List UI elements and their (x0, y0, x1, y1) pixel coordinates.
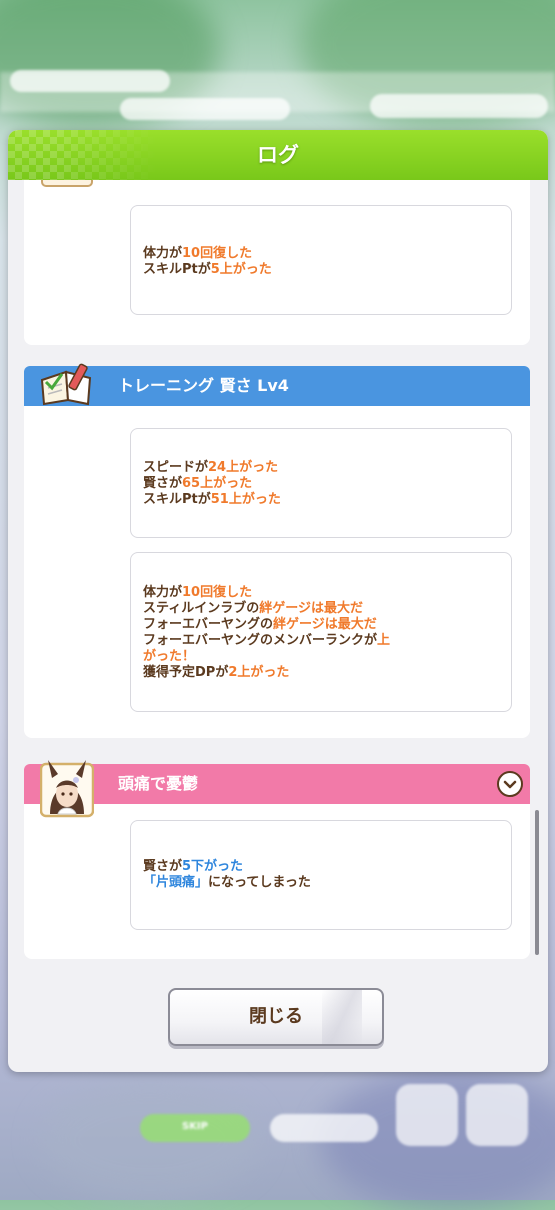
close-button[interactable]: 閉じる (168, 988, 384, 1046)
entry-line: スキルPtが5上がった (143, 262, 272, 277)
dialog-header: ログ (8, 130, 548, 180)
hud-name-plate (10, 70, 170, 92)
section-header: トレーニング 賢さ Lv4 (24, 363, 530, 406)
log-dialog: ログ 体力が10回復した スキルPtが5上がった トレーニング 賢さ Lv4 ス… (8, 130, 548, 1072)
section-header[interactable]: 頭痛で憂鬱 (24, 764, 530, 804)
log-scroll-area[interactable]: 体力が10回復した スキルPtが5上がった トレーニング 賢さ Lv4 スピード… (24, 180, 532, 965)
entry-line: スピードが24上がった (143, 460, 279, 475)
section-title: トレーニング 賢さ Lv4 (118, 376, 289, 395)
log-button[interactable] (396, 1084, 458, 1146)
menu-button[interactable] (466, 1084, 528, 1146)
entry-line: 「片頭痛」になってしまった (143, 875, 311, 890)
training-notebook-icon (38, 362, 96, 410)
character-portrait-icon (39, 758, 95, 822)
skip-button[interactable]: SKIP (140, 1114, 250, 1142)
chevron-down-icon[interactable] (497, 771, 523, 797)
dialog-title: ログ (257, 143, 299, 167)
log-entry: 体力が10回復した スキルPtが5上がった (130, 205, 512, 315)
hud-trainer-plate (370, 94, 548, 118)
section-title: 頭痛で憂鬱 (118, 774, 199, 793)
entry-line: がった！ (143, 649, 196, 664)
log-section-event: 頭痛で憂鬱 賢さが5下がった 「片頭痛」になってしまった (24, 760, 530, 959)
entry-line: スティルインラブの絆ゲージは最大だ (143, 601, 363, 616)
log-entry: 賢さが5下がった 「片頭痛」になってしまった (130, 820, 512, 930)
entry-line: フォーエバーヤングのメンバーランクが上 (143, 633, 391, 648)
entry-line: 獲得予定DPが2上がった (143, 665, 290, 680)
entry-line: 賢さが65上がった (143, 476, 253, 491)
stamp-icon (40, 180, 94, 200)
log-entry: スピードが24上がった 賢さが65上がった スキルPtが51上がった (130, 428, 512, 538)
entry-line: 体力が10回復した (143, 246, 253, 261)
log-section: 体力が10回復した スキルPtが5上がった (24, 180, 530, 345)
scrollbar[interactable] (535, 810, 539, 955)
auto-button[interactable] (270, 1114, 378, 1142)
entry-line: 体力が10回復した (143, 585, 253, 600)
log-entry: 体力が10回復した スティルインラブの絆ゲージは最大だ フォーエバーヤングの絆ゲ… (130, 552, 512, 712)
entry-line: 賢さが5下がった (143, 859, 244, 874)
log-section-training: トレーニング 賢さ Lv4 スピードが24上がった 賢さが65上がった スキルP… (24, 363, 530, 738)
hud-schedule-plate (120, 98, 290, 120)
entry-line: スキルPtが51上がった (143, 492, 281, 507)
close-button-label: 閉じる (249, 1006, 303, 1027)
entry-line: フォーエバーヤングの絆ゲージは最大だ (143, 617, 377, 632)
